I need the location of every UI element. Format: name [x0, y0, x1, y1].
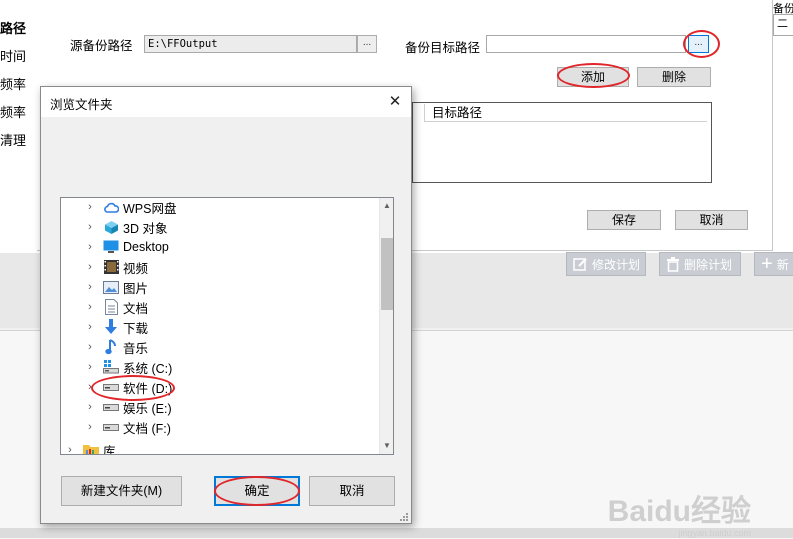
left-item-cleanup: 清理 — [0, 133, 27, 148]
edit-icon — [573, 257, 588, 272]
new-plan-label: 新 — [776, 257, 789, 272]
tree-item[interactable]: › 视频 — [61, 257, 377, 277]
folder-tree[interactable]: › WPS网盘 › 3D 对象 › Desktop › 视频 › 图片 › 文档 › 下载 › 音乐 › 系统 (… — [60, 197, 394, 455]
plus-icon: + — [761, 253, 773, 275]
chevron-right-icon[interactable]: › — [85, 301, 95, 313]
watermark-logo: Baidu经验 — [607, 495, 751, 528]
tree-item[interactable]: › Desktop — [61, 237, 377, 257]
left-item-path: 路径 — [0, 21, 27, 36]
chevron-right-icon[interactable]: › — [85, 341, 95, 353]
tree-item-label: 文档 — [123, 301, 149, 316]
chevron-right-icon[interactable]: › — [85, 201, 95, 213]
tree-item-label: 3D 对象 — [123, 221, 168, 236]
tree-item[interactable]: › 文档 (F:) — [61, 417, 377, 437]
tree-scrollbar[interactable]: ▲ ▼ — [379, 198, 393, 454]
tree-item-label: Desktop — [123, 240, 169, 254]
system-drive-icon — [103, 359, 119, 375]
drive-icon — [103, 419, 119, 435]
add-button[interactable]: 添加 — [557, 67, 629, 87]
delete-plan-button[interactable]: 删除计划 — [659, 252, 741, 276]
resize-grip-icon[interactable] — [397, 511, 409, 523]
tree-item[interactable]: › 图片 — [61, 277, 377, 297]
dialog-title: 浏览文件夹 — [50, 98, 113, 112]
tree-item[interactable]: › 文档 — [61, 297, 377, 317]
new-plan-button[interactable]: + 新 — [754, 252, 793, 276]
new-folder-button[interactable]: 新建文件夹(M) — [61, 476, 182, 506]
scroll-up-icon[interactable]: ▲ — [383, 201, 391, 210]
target-browse-button[interactable]: ... — [688, 35, 709, 53]
chevron-right-icon[interactable]: › — [65, 444, 75, 454]
tree-item[interactable]: › 娱乐 (E:) — [61, 397, 377, 417]
chevron-right-icon[interactable]: › — [85, 321, 95, 333]
video-icon — [103, 259, 119, 275]
cancel-button[interactable]: 取消 — [309, 476, 395, 506]
scroll-down-icon[interactable]: ▼ — [383, 441, 391, 450]
downloads-icon — [103, 319, 119, 335]
target-path-field[interactable] — [486, 35, 686, 53]
drive-icon — [103, 379, 119, 395]
chevron-right-icon[interactable]: › — [85, 221, 95, 233]
target-path-label: 备份目标路径 — [405, 41, 481, 55]
tree-item-label: 系统 (C:) — [123, 361, 173, 376]
trash-icon — [666, 256, 680, 272]
tree-item-label: 下载 — [123, 321, 149, 336]
tree-item[interactable]: › 3D 对象 — [61, 217, 377, 237]
tree-item-label: 视频 — [123, 261, 149, 276]
watermark-url: jingyan.baidu.com — [678, 528, 751, 538]
tree-item-label: 文档 (F:) — [123, 421, 171, 436]
library-icon — [83, 442, 99, 454]
tree-item[interactable]: › 下载 — [61, 317, 377, 337]
tree-item-label: 音乐 — [123, 341, 149, 356]
source-path-label: 源备份路径 — [70, 39, 133, 53]
tree-item[interactable]: › 库 — [61, 440, 377, 455]
tree-item[interactable]: › WPS网盘 — [61, 198, 377, 217]
save-button[interactable]: 保存 — [587, 210, 661, 230]
3d-objects-icon — [103, 219, 119, 235]
browse-folder-dialog: 浏览文件夹 ✕ › WPS网盘 › 3D 对象 › Desktop › 视频 › 图片 › 文档 › 下载… — [40, 86, 412, 524]
tree-item-label: 库 — [103, 444, 116, 455]
cloud-icon — [103, 199, 119, 215]
list-header-target-path: 目标路径 — [424, 104, 707, 122]
chevron-right-icon[interactable]: › — [85, 241, 95, 253]
tree-item[interactable]: › 系统 (C:) — [61, 357, 377, 377]
documents-icon — [103, 299, 119, 315]
modify-plan-button[interactable]: 修改计划 — [566, 252, 646, 276]
ok-button[interactable]: 确定 — [214, 476, 300, 506]
left-item-frequency: 频率 — [0, 77, 27, 92]
pictures-icon — [103, 279, 119, 295]
source-browse-button[interactable]: ... — [357, 35, 377, 53]
chevron-right-icon[interactable]: › — [85, 421, 95, 433]
tree-item-label: 软件 (D:) — [123, 381, 173, 396]
chevron-right-icon[interactable]: › — [85, 401, 95, 413]
tree-item-label: 娱乐 (E:) — [123, 401, 172, 416]
cancel-schedule-button[interactable]: 取消 — [675, 210, 748, 230]
tree-item-label: 图片 — [123, 281, 149, 296]
source-path-field[interactable]: E:\FFOutput — [144, 35, 357, 53]
chevron-right-icon[interactable]: › — [85, 261, 95, 273]
tree-item[interactable]: › 软件 (D:) — [61, 377, 377, 397]
drive-icon — [103, 399, 119, 415]
modify-plan-label: 修改计划 — [592, 257, 641, 272]
delete-plan-label: 删除计划 — [684, 257, 733, 272]
tree-item-label: WPS网盘 — [123, 201, 177, 216]
close-icon[interactable]: ✕ — [383, 91, 407, 113]
chevron-right-icon[interactable]: › — [85, 381, 95, 393]
delete-button[interactable]: 删除 — [637, 67, 711, 87]
left-item-frequency-2: 频率 — [0, 105, 27, 120]
music-icon — [103, 339, 119, 355]
chevron-right-icon[interactable]: › — [85, 281, 95, 293]
tree-item[interactable]: › 音乐 — [61, 337, 377, 357]
desktop-icon — [103, 239, 119, 255]
right-edge-box: 二 — [773, 14, 793, 36]
scrollbar-thumb[interactable] — [381, 238, 393, 310]
chevron-right-icon[interactable]: › — [85, 361, 95, 373]
left-item-time: 时间 — [0, 49, 27, 64]
